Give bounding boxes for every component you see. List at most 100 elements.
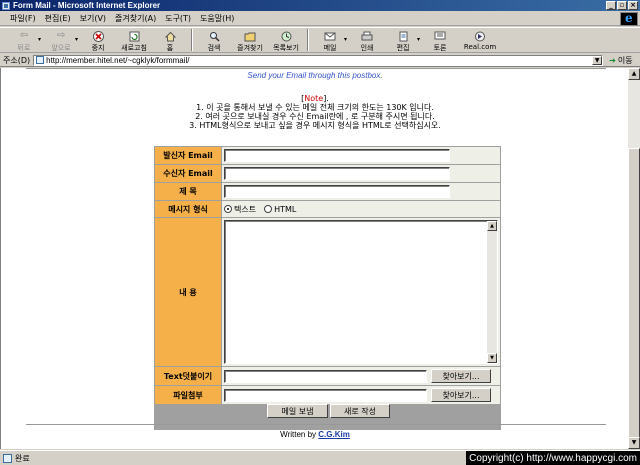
forward-label: 앞으로	[51, 44, 71, 52]
format-text-option[interactable]: 텍스트	[224, 204, 256, 215]
discuss-icon	[434, 30, 447, 42]
go-arrow-icon: ➔	[609, 55, 616, 65]
page-subtitle: Send your Email through this postbox.	[247, 71, 383, 80]
status-text: 완료	[15, 453, 30, 463]
window-titlebar: Form Mail - Microsoft Internet Explorer …	[0, 0, 640, 11]
text-attach-label: Text덧붙이기	[155, 367, 221, 385]
realcom-label: Real.com	[463, 43, 497, 51]
subject-label: 제 목	[155, 183, 221, 200]
ie-logo-icon	[620, 11, 638, 26]
file-attach-label: 파일첨부	[155, 386, 221, 404]
recipient-cell	[222, 165, 500, 182]
recipient-email-input[interactable]	[224, 167, 450, 180]
file-attach-input[interactable]	[224, 388, 427, 402]
note-line: 2. 여러 곳으로 보내실 경우 수신 Email란에 , 로 구분해 주시면 …	[195, 112, 435, 121]
edit-button[interactable]: 편집	[385, 28, 421, 53]
menu-view[interactable]: 보기(V)	[80, 13, 106, 24]
format-cell: 텍스트 HTML	[222, 201, 500, 217]
recipient-label: 수신자 Email	[155, 165, 221, 182]
printer-icon	[361, 30, 374, 42]
go-label: 이동	[617, 55, 633, 65]
back-arrow-icon: ⇦	[19, 30, 29, 41]
message-body-textarea[interactable]: ▲ ▼	[224, 220, 498, 364]
file-attach-browse-button[interactable]: 찾아보기...	[431, 388, 491, 402]
toolbar: ⇦ 뒤로 ▾ ⇨ 앞으로 ▾ 중지 새로고침 홈 검색 즐겨찾기 목록보기 메일…	[0, 27, 640, 53]
menu-help[interactable]: 도움말(H)	[200, 13, 234, 24]
recipient-row: 수신자 Email	[154, 165, 501, 182]
menu-file[interactable]: 파일(F)	[10, 13, 36, 24]
reset-button[interactable]: 새로 작성	[330, 404, 390, 418]
favorites-folder-icon	[244, 30, 257, 42]
stop-button[interactable]: 중지	[80, 28, 116, 53]
textarea-scrollbar[interactable]: ▲ ▼	[487, 221, 497, 363]
format-html-radio[interactable]	[264, 205, 273, 213]
home-button[interactable]: 홈	[152, 28, 188, 53]
sender-email-input[interactable]	[224, 149, 450, 162]
scroll-up-icon[interactable]: ▲	[628, 68, 640, 80]
mail-label: 메일	[323, 44, 337, 52]
page-icon	[36, 56, 45, 64]
home-label: 홈	[166, 44, 174, 52]
textarea-scroll-up-icon[interactable]: ▲	[487, 221, 497, 231]
print-label: 인쇄	[360, 44, 374, 52]
forward-button[interactable]: ⇨ 앞으로	[43, 28, 79, 53]
favorites-button[interactable]: 즐겨찾기	[232, 28, 268, 53]
close-button[interactable]: ×	[628, 1, 638, 10]
edit-label: 편집	[396, 44, 410, 52]
address-input[interactable]: http://member.hitel.net/~cgklyk/formmail…	[33, 54, 604, 66]
back-button[interactable]: ⇦ 뒤로	[6, 28, 42, 53]
realcom-button[interactable]: Real.com	[458, 28, 502, 51]
print-button[interactable]: 인쇄	[349, 28, 385, 53]
restore-button[interactable]: ▫	[617, 1, 627, 10]
refresh-icon	[128, 30, 141, 42]
scroll-down-icon[interactable]: ▼	[628, 437, 640, 449]
format-row: 메시지 형식 텍스트 HTML	[154, 201, 501, 217]
address-dropdown-icon[interactable]: ▼	[592, 55, 603, 65]
subject-input[interactable]	[224, 185, 450, 198]
history-button[interactable]: 목록보기	[268, 28, 304, 53]
address-label: 주소(D)	[3, 55, 31, 65]
text-attach-browse-button[interactable]: 찾아보기...	[431, 369, 491, 383]
format-label: 메시지 형식	[155, 201, 221, 217]
go-button[interactable]: ➔ 이동	[609, 55, 632, 66]
send-mail-button[interactable]: 메일 보냄	[267, 404, 328, 418]
refresh-button[interactable]: 새로고침	[116, 28, 152, 53]
discuss-button[interactable]: 토론	[422, 28, 458, 53]
forward-arrow-icon: ⇨	[56, 30, 66, 41]
mail-dropdown-icon[interactable]: ▾	[344, 36, 347, 43]
menu-tools[interactable]: 도구(T)	[165, 13, 191, 24]
top-divider	[26, 68, 606, 69]
discuss-label: 토론	[433, 44, 447, 52]
scroll-thumb[interactable]	[628, 148, 640, 438]
mail-icon	[324, 30, 337, 42]
textarea-scroll-down-icon[interactable]: ▼	[487, 353, 497, 363]
body-row: 내 용 ▲ ▼	[154, 218, 501, 366]
author-link[interactable]: C.G.Kim	[318, 430, 350, 439]
body-label: 내 용	[155, 218, 221, 366]
address-url: http://member.hitel.net/~cgklyk/formmail…	[46, 55, 190, 65]
copyright-watermark: Copyright(c) http://www.happycgi.com	[466, 451, 640, 465]
notes-block: [Note]. 1. 이 곳을 통해서 보낼 수 있는 메일 전체 크기의 한도…	[1, 94, 628, 130]
forward-dropdown-icon[interactable]: ▾	[75, 36, 78, 43]
note-line: 1. 이 곳을 통해서 보낼 수 있는 메일 전체 크기의 한도는 130K 입…	[196, 103, 434, 112]
format-html-option[interactable]: HTML	[264, 205, 296, 214]
back-dropdown-icon[interactable]: ▾	[38, 36, 41, 43]
note-line: 3. HTML형식으로 보내고 싶을 경우 메시지 형식을 HTML로 선택하십…	[189, 121, 441, 130]
subject-cell	[222, 183, 500, 200]
menu-edit[interactable]: 편집(E)	[45, 13, 71, 24]
text-attach-input[interactable]	[224, 369, 427, 383]
mail-button[interactable]: 메일	[312, 28, 348, 53]
note-bracket-close: ].	[323, 94, 329, 103]
sender-label: 발신자 Email	[155, 147, 221, 164]
format-text-radio[interactable]	[224, 205, 232, 213]
note-heading: [Note].	[1, 94, 628, 103]
page-scrollbar[interactable]: ▲ ▼	[628, 68, 640, 449]
sender-cell	[222, 147, 500, 164]
search-label: 검색	[207, 44, 221, 52]
credit-prefix: Written by	[280, 430, 317, 439]
menu-favorites[interactable]: 즐겨찾기(A)	[115, 13, 156, 24]
sender-row: 발신자 Email	[154, 147, 501, 164]
edit-dropdown-icon[interactable]: ▾	[417, 36, 420, 43]
search-button[interactable]: 검색	[196, 28, 232, 53]
minimize-button[interactable]: _	[606, 1, 616, 10]
